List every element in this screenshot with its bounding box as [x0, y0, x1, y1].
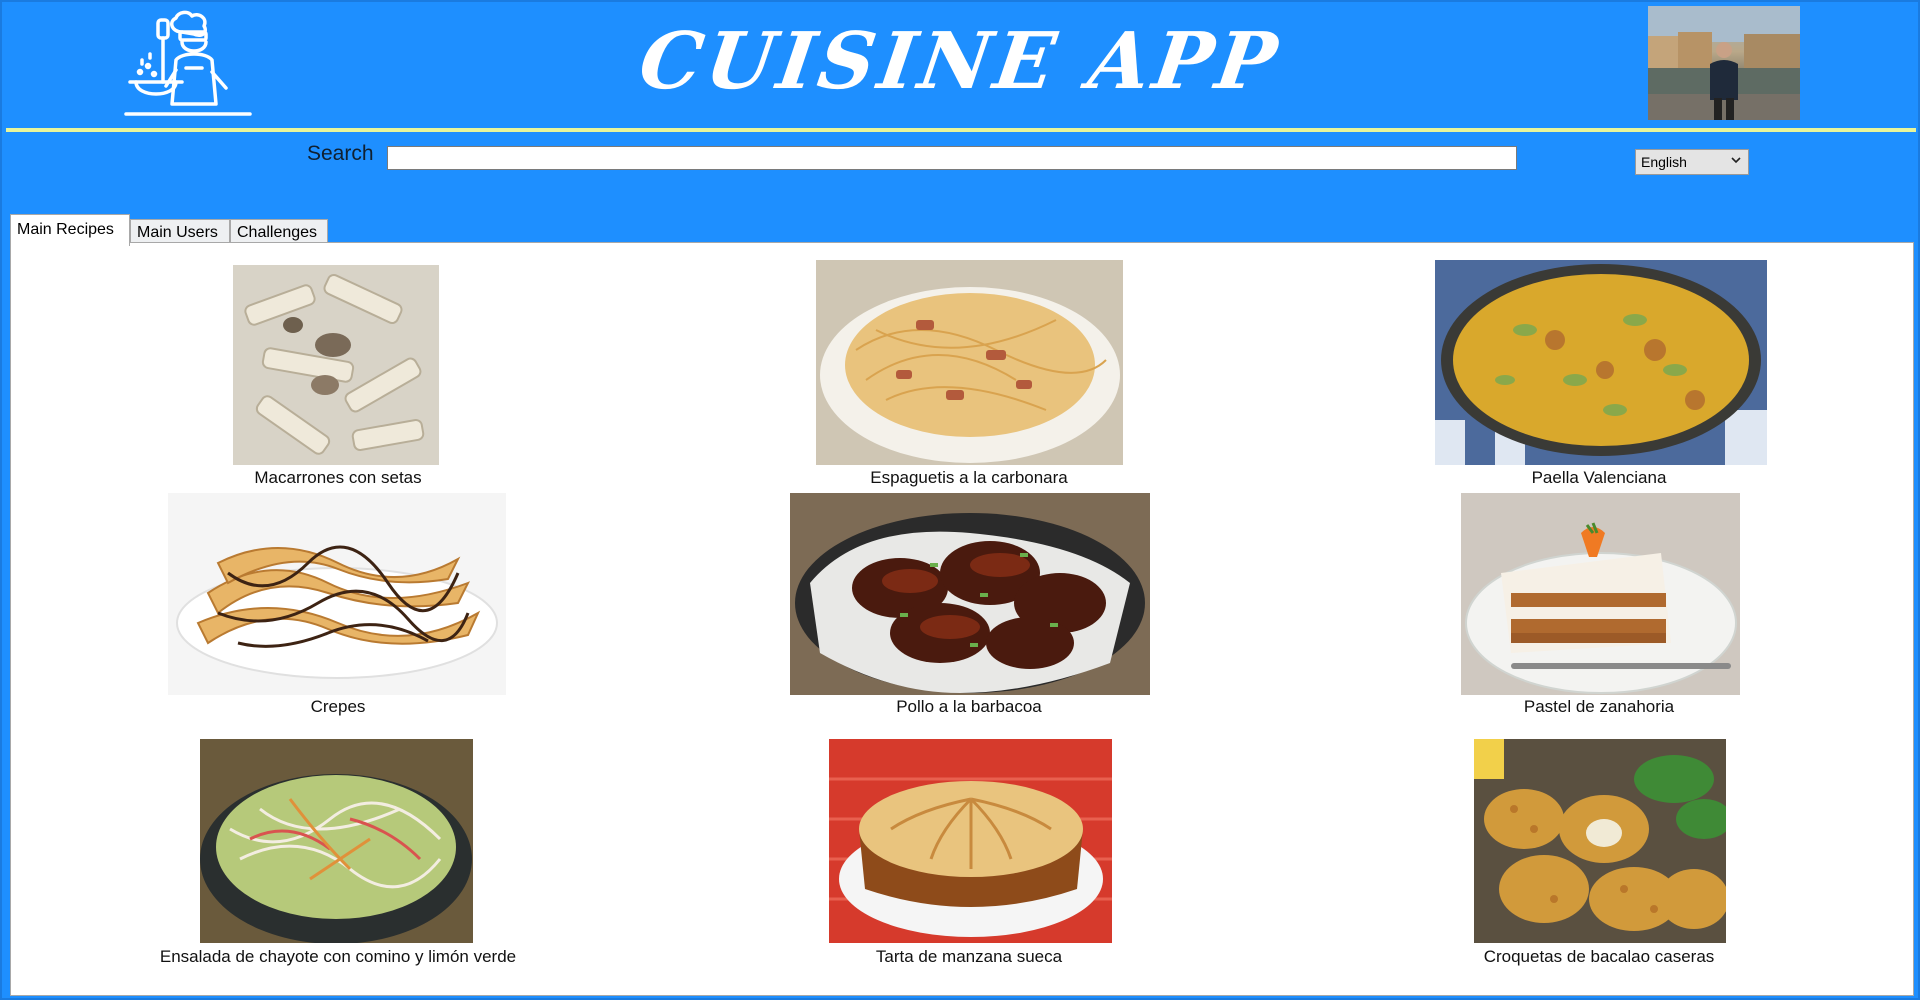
recipe-image[interactable]	[790, 493, 1150, 695]
recipe-card[interactable]: Crepes	[128, 488, 548, 733]
user-photo[interactable]	[1648, 6, 1800, 120]
search-input[interactable]	[387, 146, 1517, 170]
recipe-image[interactable]	[233, 265, 439, 465]
recipe-card[interactable]: Tarta de manzana sueca	[759, 733, 1179, 995]
recipe-name: Macarrones con setas	[254, 468, 422, 487]
recipe-name: Espaguetis a la carbonara	[870, 468, 1068, 487]
header: CUISINE APP	[2, 2, 1918, 130]
search-label: Search	[307, 142, 374, 165]
recipe-image[interactable]	[1461, 493, 1740, 695]
recipes-panel: Macarrones con setas Espaguetis a la car…	[10, 242, 1914, 996]
language-select[interactable]: English	[1635, 149, 1749, 175]
language-selected: English	[1641, 154, 1687, 170]
recipe-name: Crepes	[310, 697, 366, 716]
recipe-image[interactable]	[200, 739, 473, 943]
recipe-name: Pollo a la barbacoa	[896, 697, 1042, 716]
recipe-image[interactable]	[816, 260, 1123, 465]
app-title: CUISINE APP	[634, 16, 1286, 107]
recipe-name: Pastel de zanahoria	[1523, 697, 1675, 716]
header-divider	[6, 128, 1916, 132]
recipe-card[interactable]: Croquetas de bacalao caseras	[1389, 733, 1809, 995]
recipe-card[interactable]: Espaguetis a la carbonara	[759, 243, 1179, 488]
app-window: CUISINE APP Search English Main Recipes …	[0, 0, 1920, 1000]
recipe-name: Paella Valenciana	[1531, 468, 1667, 487]
chevron-down-icon	[1730, 154, 1742, 169]
recipe-image[interactable]	[829, 739, 1112, 943]
recipe-name: Ensalada de chayote con comino y limón v…	[159, 947, 517, 966]
recipe-name: Tarta de manzana sueca	[875, 947, 1063, 966]
recipe-card[interactable]: Ensalada de chayote con comino y limón v…	[128, 733, 548, 995]
recipe-card[interactable]: Pollo a la barbacoa	[759, 488, 1179, 733]
tab-main-recipes[interactable]: Main Recipes	[10, 214, 130, 246]
recipe-card[interactable]: Macarrones con setas	[128, 243, 548, 488]
recipe-image[interactable]	[1435, 260, 1767, 465]
recipe-image[interactable]	[168, 493, 506, 695]
recipe-card[interactable]: Pastel de zanahoria	[1389, 488, 1809, 733]
recipe-name: Croquetas de bacalao caseras	[1483, 947, 1715, 966]
recipe-image[interactable]	[1474, 739, 1726, 943]
recipe-card[interactable]: Paella Valenciana	[1389, 243, 1809, 488]
